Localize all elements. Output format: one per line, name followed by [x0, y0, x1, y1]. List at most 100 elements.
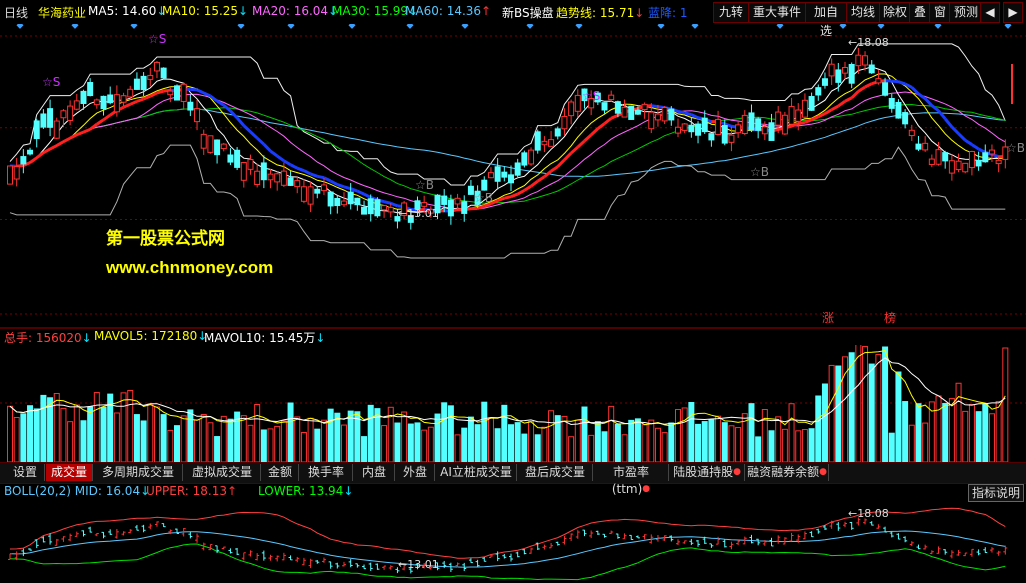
- tab-indicator[interactable]: 金额: [262, 464, 299, 481]
- volume-bar: [815, 395, 822, 462]
- tab-label: 成交量: [50, 465, 87, 479]
- volume-bar: [240, 415, 247, 462]
- boll-chart[interactable]: ←18.08 ←13.01: [0, 500, 1026, 583]
- volume-bar: [855, 345, 862, 462]
- candle-body: [387, 206, 394, 213]
- tab-indicator[interactable]: 设置: [6, 464, 45, 481]
- candle-body: [73, 100, 80, 110]
- candle-body: [220, 143, 227, 150]
- volume-bar: [835, 365, 842, 462]
- tab-indicator[interactable]: 外盘: [396, 464, 435, 481]
- toolbar-button[interactable]: 九转: [713, 2, 749, 23]
- candle-body: [868, 64, 875, 74]
- trend-line-segment: [303, 169, 312, 176]
- trend-line-segment: [69, 133, 78, 140]
- volume-bar: [367, 404, 374, 462]
- candle-body: [935, 149, 942, 165]
- tab-indicator[interactable]: 成交量: [46, 464, 93, 481]
- trend-line-segment: [235, 116, 245, 127]
- volume-bar: [147, 403, 154, 462]
- toolbar-button[interactable]: 窗: [929, 2, 951, 23]
- trend-line-segment: [196, 88, 205, 95]
- volume-bar: [287, 402, 294, 462]
- candle-body: [768, 122, 775, 141]
- volume-bar: [280, 420, 287, 462]
- next-icon[interactable]: ▶: [1003, 2, 1023, 23]
- volume-bar: [882, 346, 889, 462]
- tab-indicator[interactable]: 盘后成交量: [518, 464, 593, 481]
- candlestick-chart[interactable]: ←18.08 ←13.01 ☆S ☆S ☆S ☆B ☆B ☆B ☆B 涨 榜: [0, 24, 1026, 329]
- trend-line-segment: [283, 159, 292, 167]
- toolbar-button[interactable]: 重大事件: [748, 2, 806, 23]
- volume-bar: [200, 413, 207, 462]
- trend-line-segment: [944, 117, 954, 128]
- formula-name[interactable]: 新BS操盘: [502, 4, 554, 21]
- tab-indicator[interactable]: 内盘: [354, 464, 395, 481]
- trend-line-segment: [222, 104, 232, 112]
- volume-bar: [768, 430, 775, 462]
- candle-body: [741, 114, 748, 135]
- tab-label: 盘后成交量: [524, 465, 585, 479]
- volume-bar: [214, 436, 221, 462]
- volume-bar: [514, 422, 521, 462]
- candle-body: [320, 184, 327, 192]
- tab-indicator[interactable]: 陆股通持股●: [670, 464, 745, 481]
- trend-line-segment: [102, 113, 112, 122]
- volume-bar: [715, 415, 722, 462]
- tab-indicator[interactable]: 市盈率(ttm)●: [594, 464, 669, 496]
- volume-bar: [207, 422, 214, 462]
- signal-diamond: [657, 24, 665, 29]
- volume-bar: [501, 404, 508, 462]
- candle-body: [962, 162, 969, 173]
- trend-line-segment: [356, 189, 365, 196]
- volume-chart[interactable]: [0, 345, 1026, 462]
- volume-bar: [347, 410, 354, 462]
- volume-bar: [755, 436, 762, 462]
- volume-bar: [494, 428, 501, 462]
- volume-bar: [548, 410, 555, 462]
- signal-star: ☆S: [148, 32, 166, 46]
- candle-body: [781, 114, 788, 135]
- trend-line-segment: [49, 144, 58, 151]
- tab-indicator[interactable]: AI立桩成交量: [436, 464, 517, 481]
- trend-line-segment: [677, 109, 686, 115]
- candle-body: [341, 200, 347, 206]
- candle-body: [280, 170, 287, 186]
- trend-line-segment: [289, 163, 298, 170]
- candle-body: [133, 78, 140, 90]
- ma-indicator: MA10: 15.25↓: [162, 4, 249, 18]
- candle-body: [668, 108, 675, 121]
- toolbar-button[interactable]: 预测: [949, 2, 983, 23]
- toolbar-button[interactable]: 除权: [879, 2, 911, 23]
- trend-line-segment: [35, 151, 45, 160]
- candle-body: [47, 108, 54, 128]
- trend-line-segment: [917, 92, 927, 100]
- candle-body: [695, 123, 702, 136]
- tab-indicator[interactable]: 换手率: [300, 464, 353, 481]
- candle-body: [554, 128, 561, 137]
- candle-body: [87, 82, 94, 97]
- candle-body: [882, 82, 889, 96]
- toolbar-button[interactable]: 加自选: [805, 2, 847, 38]
- prev-icon[interactable]: ◀: [980, 2, 1000, 23]
- volume-bar: [621, 434, 628, 462]
- candle-body: [93, 99, 100, 106]
- tab-indicator[interactable]: 多周期成交量: [94, 464, 183, 481]
- trend-line-segment: [62, 136, 71, 144]
- candle-body: [688, 124, 695, 133]
- trend-line-segment: [857, 85, 866, 93]
- tab-indicator[interactable]: 融资融券余额●: [746, 464, 829, 481]
- candle-body: [107, 94, 114, 104]
- volume-bar: [721, 422, 728, 462]
- volume-bar: [461, 427, 468, 462]
- trend-line-segment: [256, 136, 265, 146]
- tab-indicator[interactable]: 虚拟成交量: [184, 464, 261, 481]
- trend-line-segment: [122, 102, 131, 109]
- candle-body: [795, 109, 802, 122]
- signal-diamond: [16, 24, 24, 29]
- candle-body: [481, 179, 488, 191]
- toolbar-button[interactable]: 均线: [846, 2, 880, 23]
- toolbar-button[interactable]: 叠: [909, 2, 931, 23]
- period-label[interactable]: 日线: [4, 4, 28, 21]
- candle-body: [441, 195, 448, 205]
